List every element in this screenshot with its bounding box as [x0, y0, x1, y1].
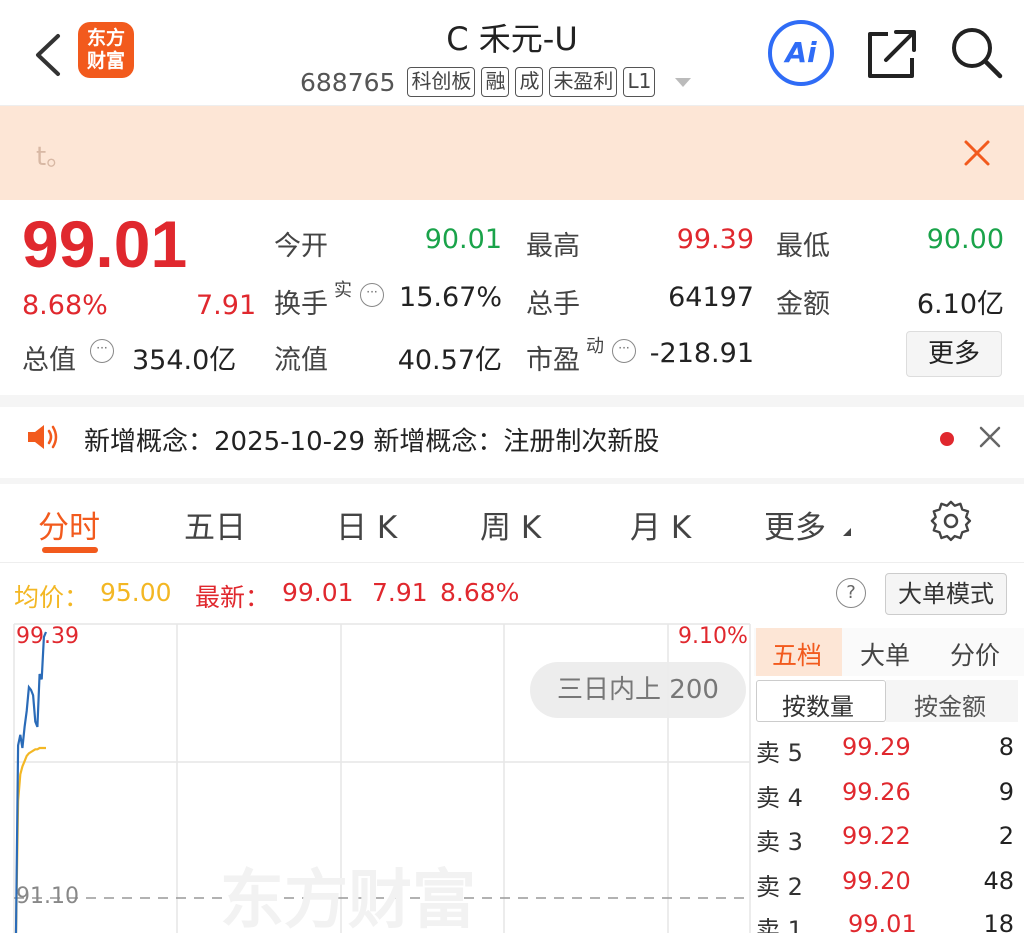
- divider: [0, 478, 1024, 484]
- ask1-label: 卖 1: [756, 916, 803, 933]
- tab-weekly-k[interactable]: 周 K: [480, 502, 541, 547]
- float-value-label: 流值: [274, 345, 328, 376]
- ask1-price[interactable]: 99.01: [848, 910, 917, 933]
- tag-component: 成: [515, 67, 544, 97]
- ask3-price[interactable]: 99.22: [842, 822, 911, 850]
- y-max-percent: 9.10%: [678, 624, 748, 649]
- chevron-down-icon[interactable]: [675, 77, 692, 87]
- help-icon[interactable]: ?: [836, 578, 866, 608]
- pe-value: -218.91: [649, 338, 754, 369]
- pe-sup: 动: [586, 336, 604, 357]
- open-value: 90.01: [424, 224, 502, 255]
- high-label: 最高: [526, 231, 580, 262]
- ai-assistant-button[interactable]: Ai: [768, 20, 834, 86]
- y-max-label: 99.39: [16, 624, 79, 649]
- tag-star-market: 科创板: [407, 67, 476, 97]
- latest-label: 最新：: [195, 583, 271, 612]
- avg-price-value: 95.00: [100, 578, 172, 607]
- turnover-sup: 实: [334, 280, 352, 301]
- more-stats-button[interactable]: 更多: [906, 331, 1002, 377]
- high-value: 99.39: [676, 224, 754, 255]
- ask5-volume: 8: [998, 733, 1014, 761]
- tag-unprofitable: 未盈利: [549, 67, 618, 97]
- tab-level5[interactable]: 五档: [772, 636, 822, 672]
- ask2-label: 卖 2: [756, 873, 803, 901]
- speaker-icon: [28, 425, 58, 449]
- change-percent: 8.68%: [22, 290, 108, 321]
- latest-percent: 8.68%: [440, 578, 520, 607]
- amount-label: 金额: [776, 289, 830, 320]
- avg-price-label: 均价：: [14, 583, 90, 612]
- ask1-volume: 18: [983, 910, 1014, 933]
- latest-change: 7.91: [372, 578, 428, 607]
- turnover-value: 15.67%: [399, 282, 502, 313]
- volume-value: 64197: [668, 282, 754, 313]
- ask3-volume: 2: [998, 822, 1014, 850]
- dropdown-triangle-icon: [843, 528, 851, 536]
- tag-margin: 融: [481, 67, 510, 97]
- more-info-icon[interactable]: ···: [90, 339, 114, 363]
- volume-label: 总手: [526, 289, 580, 320]
- total-value: 354.0亿: [132, 345, 237, 376]
- unread-dot: [940, 432, 954, 446]
- subtab-by-quantity[interactable]: 按数量: [782, 687, 854, 722]
- low-value: 90.00: [926, 224, 1004, 255]
- watermark: 东方财富: [220, 864, 476, 933]
- ask4-volume: 9: [998, 778, 1014, 806]
- header: 东方 财富 C 禾元-U 688765 科创板 融 成 未盈利 L1 Ai: [0, 0, 1024, 106]
- close-banner-icon[interactable]: [962, 138, 992, 168]
- reference-price-label: 91.10: [16, 884, 79, 909]
- ask2-volume: 48: [983, 867, 1014, 895]
- tab-monthly-k[interactable]: 月 K: [630, 502, 691, 547]
- ask2-price[interactable]: 99.20: [842, 867, 911, 895]
- total-value-label: 总值: [22, 345, 76, 376]
- current-price: 99.01: [22, 207, 188, 281]
- notice-banner[interactable]: t。: [0, 106, 1024, 200]
- open-label: 今开: [274, 231, 328, 262]
- tab-daily-k[interactable]: 日 K: [336, 502, 397, 547]
- turnover-info-icon[interactable]: ···: [360, 283, 384, 307]
- pe-label: 市盈: [526, 345, 580, 376]
- change-amount: 7.91: [196, 290, 257, 321]
- tab-big-orders[interactable]: 大单: [860, 636, 910, 672]
- divider: [0, 562, 1024, 563]
- tag-level1: L1: [623, 67, 656, 97]
- ask5-price[interactable]: 99.29: [842, 733, 911, 761]
- divider: [0, 395, 1024, 407]
- tab-five-day[interactable]: 五日: [184, 502, 246, 547]
- latest-price: 99.01: [282, 578, 354, 607]
- float-value: 40.57亿: [397, 345, 502, 376]
- pe-info-icon[interactable]: ···: [612, 339, 636, 363]
- promo-pill[interactable]: 三日内上 200: [530, 662, 746, 718]
- search-icon[interactable]: [948, 24, 1004, 80]
- amount-value: 6.10亿: [916, 289, 1004, 320]
- share-icon[interactable]: [864, 26, 920, 82]
- stock-subline[interactable]: 688765 科创板 融 成 未盈利 L1: [300, 66, 692, 98]
- tab-intraday[interactable]: 分时: [38, 502, 100, 547]
- ask4-price[interactable]: 99.26: [842, 778, 911, 806]
- tab-more[interactable]: 更多: [764, 502, 826, 547]
- low-label: 最低: [776, 231, 830, 262]
- active-tab-indicator: [42, 547, 98, 553]
- turnover-label: 换手: [274, 289, 328, 320]
- banner-text: t。: [36, 142, 73, 172]
- big-order-mode-button[interactable]: 大单模式: [885, 573, 1007, 615]
- gear-icon[interactable]: [930, 500, 972, 542]
- ask3-label: 卖 3: [756, 828, 803, 856]
- stock-code: 688765: [300, 67, 396, 97]
- tab-price-distribution[interactable]: 分价: [950, 636, 1000, 672]
- concept-news[interactable]: 新增概念：2025-10-29 新增概念：注册制次新股: [84, 421, 659, 458]
- ask4-label: 卖 4: [756, 784, 803, 812]
- close-icon[interactable]: [978, 425, 1002, 449]
- ask5-label: 卖 5: [756, 739, 803, 767]
- subtab-by-amount[interactable]: 按金额: [914, 687, 986, 722]
